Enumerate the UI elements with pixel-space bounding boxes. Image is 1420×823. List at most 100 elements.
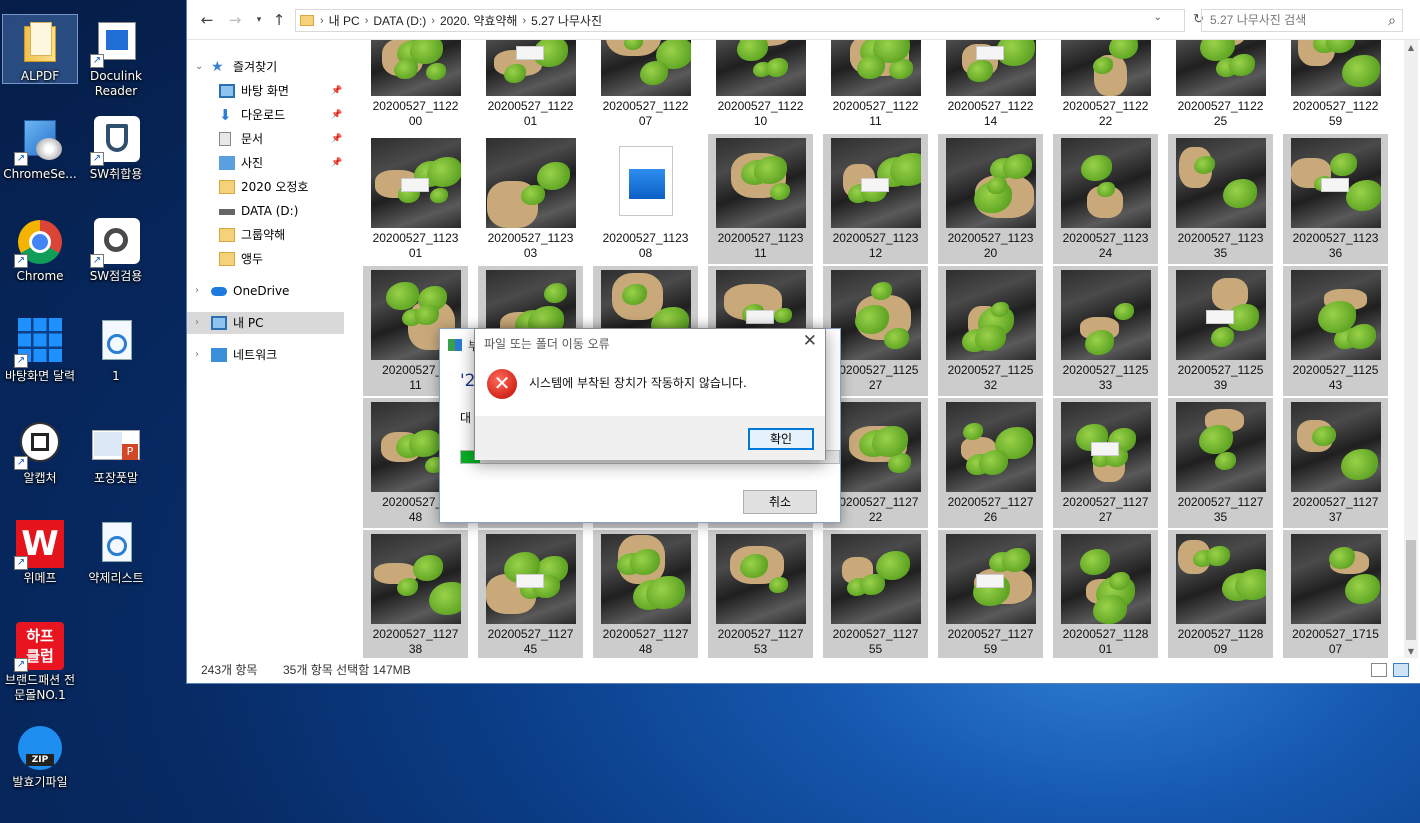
file-tile[interactable]: 20200527_1122 01	[478, 40, 583, 132]
file-tile[interactable]: 20200527_1125 32	[938, 266, 1043, 396]
error-message: 시스템에 부착된 장치가 작동하지 않습니다.	[529, 376, 747, 390]
file-tile[interactable]: 20200527_1127 53	[708, 530, 813, 658]
desktop-icon-wemakeprice[interactable]: W ↗ 위메프	[2, 520, 78, 586]
file-tile[interactable]: 20200527_1122 00	[363, 40, 468, 132]
desktop-icon-sw-check[interactable]: ↗ SW점검용	[78, 218, 154, 284]
file-name: 20200527_1127	[602, 627, 689, 641]
chevron-right-icon[interactable]: ›	[195, 312, 199, 334]
nav-item[interactable]: › 내 PC	[187, 312, 344, 334]
breadcrumb-item[interactable]: 내 PC	[329, 12, 360, 29]
desktop-icon-sw-collect[interactable]: ↗ SW취합용	[78, 116, 154, 182]
file-tile[interactable]: 20200527_1123 08	[593, 134, 698, 264]
chevron-right-icon[interactable]: ›	[195, 280, 199, 302]
chevron-right-icon[interactable]: ›	[195, 344, 199, 366]
nav-item-label: 앵두	[241, 252, 264, 266]
file-tile[interactable]: 20200527_1123 36	[1283, 134, 1388, 264]
file-tile[interactable]: 20200527_1123 03	[478, 134, 583, 264]
nav-item[interactable]: 그룹약해	[187, 224, 347, 246]
desktop-icon-zip[interactable]: ZIP 발효기파일	[2, 724, 78, 790]
file-tile[interactable]: 20200527_1122 22	[1053, 40, 1158, 132]
desktop-icon-chromesetup[interactable]: ↗ ChromeSe...	[2, 116, 78, 182]
file-tile[interactable]: 20200527_1127 48	[593, 530, 698, 658]
desktop-icon-pojang[interactable]: P 포장풋말	[78, 420, 154, 486]
file-tile[interactable]: 20200527_1128 09	[1168, 530, 1273, 658]
nav-item[interactable]: › 네트워크	[187, 344, 347, 366]
nav-item[interactable]: 바탕 화면 📌	[187, 80, 347, 102]
nav-item[interactable]: 문서 📌	[187, 128, 347, 150]
file-tile[interactable]: 20200527_1122 10	[708, 40, 813, 132]
file-tile[interactable]: 20200527_1127 26	[938, 398, 1043, 528]
breadcrumb-item[interactable]: 2020. 약효약해	[440, 12, 518, 29]
close-icon[interactable]: ✕	[803, 331, 817, 351]
up-button[interactable]: ↑	[269, 10, 289, 30]
nav-item[interactable]: ⌄ ★ 즐겨찾기	[187, 56, 347, 78]
file-tile[interactable]: 20200527_1123 20	[938, 134, 1043, 264]
file-tile[interactable]: 20200527_1123 24	[1053, 134, 1158, 264]
file-name-suffix: 01	[1098, 642, 1113, 656]
file-name: 20200527_1122	[1177, 99, 1264, 113]
file-name-suffix: 59	[983, 642, 998, 656]
file-tile[interactable]: 20200527_1122 11	[823, 40, 928, 132]
desktop-icon-chrome[interactable]: ↗ Chrome	[2, 218, 78, 284]
breadcrumb[interactable]: › 내 PC › DATA (D:) › 2020. 약효약해 › 5.27 나…	[295, 9, 1204, 32]
file-name: 20200527_1122	[832, 99, 919, 113]
nav-item[interactable]: ⬇ 다운로드 📌	[187, 104, 347, 126]
desktop-icon-doculink[interactable]: ↗ Doculink Reader	[78, 18, 154, 99]
file-tile[interactable]: 20200527_1125 39	[1168, 266, 1273, 396]
status-bar: 243개 항목 35개 항목 선택함 147MB	[187, 658, 1420, 683]
forward-button[interactable]: →	[225, 10, 245, 30]
nav-item[interactable]: 앵두	[187, 248, 347, 270]
vertical-scrollbar[interactable]: ▲ ▼	[1404, 40, 1418, 660]
cancel-button[interactable]: 취소	[743, 490, 817, 514]
file-tile[interactable]: 20200527_1127 45	[478, 530, 583, 658]
desktop-icon-1[interactable]: 1	[78, 318, 154, 384]
file-tile[interactable]: 20200527_1127 37	[1283, 398, 1388, 528]
file-name: 20200527_1125	[947, 363, 1034, 377]
file-tile[interactable]: 20200527_1122 14	[938, 40, 1043, 132]
desktop-icon-alcapture[interactable]: ↗ 알캡처	[2, 420, 78, 486]
cloud-icon	[211, 287, 227, 296]
chevron-down-icon[interactable]: ⌄	[1154, 12, 1162, 23]
back-button[interactable]: ←	[197, 10, 217, 30]
desktop-icon-druglist[interactable]: 약제리스트	[78, 520, 154, 586]
file-tile[interactable]: 20200527_1123 11	[708, 134, 813, 264]
breadcrumb-item[interactable]: DATA (D:)	[373, 14, 426, 28]
file-tile[interactable]: 20200527_1122 59	[1283, 40, 1388, 132]
nav-item[interactable]: › OneDrive	[187, 280, 347, 302]
file-name: 20200527_1715	[1292, 627, 1379, 641]
breadcrumb-item[interactable]: 5.27 나무사진	[531, 12, 602, 29]
desktop-icon-calendar[interactable]: ↗ 바탕화면 달력	[2, 318, 78, 384]
file-tile[interactable]: 20200527_1128 01	[1053, 530, 1158, 658]
photo-thumbnail	[715, 534, 806, 624]
file-tile[interactable]: 20200527_1127 38	[363, 530, 468, 658]
nav-item-label: 사진	[241, 156, 264, 170]
file-name-suffix: 22	[1098, 114, 1113, 128]
file-tile[interactable]: 20200527_1122 07	[593, 40, 698, 132]
desktop-icon-alpdf[interactable]: ALPDF	[2, 14, 78, 84]
file-tile[interactable]: 20200527_1123 12	[823, 134, 928, 264]
desktop-icon-halfclub[interactable]: 하프 클럽 ↗ 브랜드패션 전문몰NO.1	[0, 622, 80, 703]
file-tile[interactable]: 20200527_1127 59	[938, 530, 1043, 658]
nav-item[interactable]: 사진 📌	[187, 152, 347, 174]
nav-item[interactable]: 2020 오정호	[187, 176, 347, 198]
file-tile[interactable]: 20200527_1125 33	[1053, 266, 1158, 396]
file-tile[interactable]: 20200527_1123 35	[1168, 134, 1273, 264]
photo-thumbnail	[1060, 270, 1151, 360]
file-tile[interactable]: 20200527_1122 25	[1168, 40, 1273, 132]
file-tile[interactable]: 20200527_1125 43	[1283, 266, 1388, 396]
file-tile[interactable]: 20200527_1127 27	[1053, 398, 1158, 528]
large-icons-view-icon[interactable]	[1393, 663, 1409, 677]
scrollbar-thumb[interactable]	[1406, 540, 1416, 640]
ok-button[interactable]: 확인	[748, 428, 814, 450]
file-tile[interactable]: 20200527_1715 07	[1283, 530, 1388, 658]
photo-thumbnail	[1290, 138, 1381, 228]
file-tile[interactable]: 20200527_1123 01	[363, 134, 468, 264]
recent-locations-button[interactable]: ▾	[249, 10, 269, 30]
search-input[interactable]: 5.27 나무사진 검색 ⌕	[1201, 9, 1403, 32]
file-tile[interactable]: 20200527_1127 55	[823, 530, 928, 658]
scroll-up-icon[interactable]: ▲	[1404, 40, 1418, 56]
chevron-down-icon[interactable]: ⌄	[195, 56, 203, 78]
nav-item[interactable]: DATA (D:)	[187, 200, 347, 222]
file-tile[interactable]: 20200527_1127 35	[1168, 398, 1273, 528]
details-view-icon[interactable]	[1371, 663, 1387, 677]
